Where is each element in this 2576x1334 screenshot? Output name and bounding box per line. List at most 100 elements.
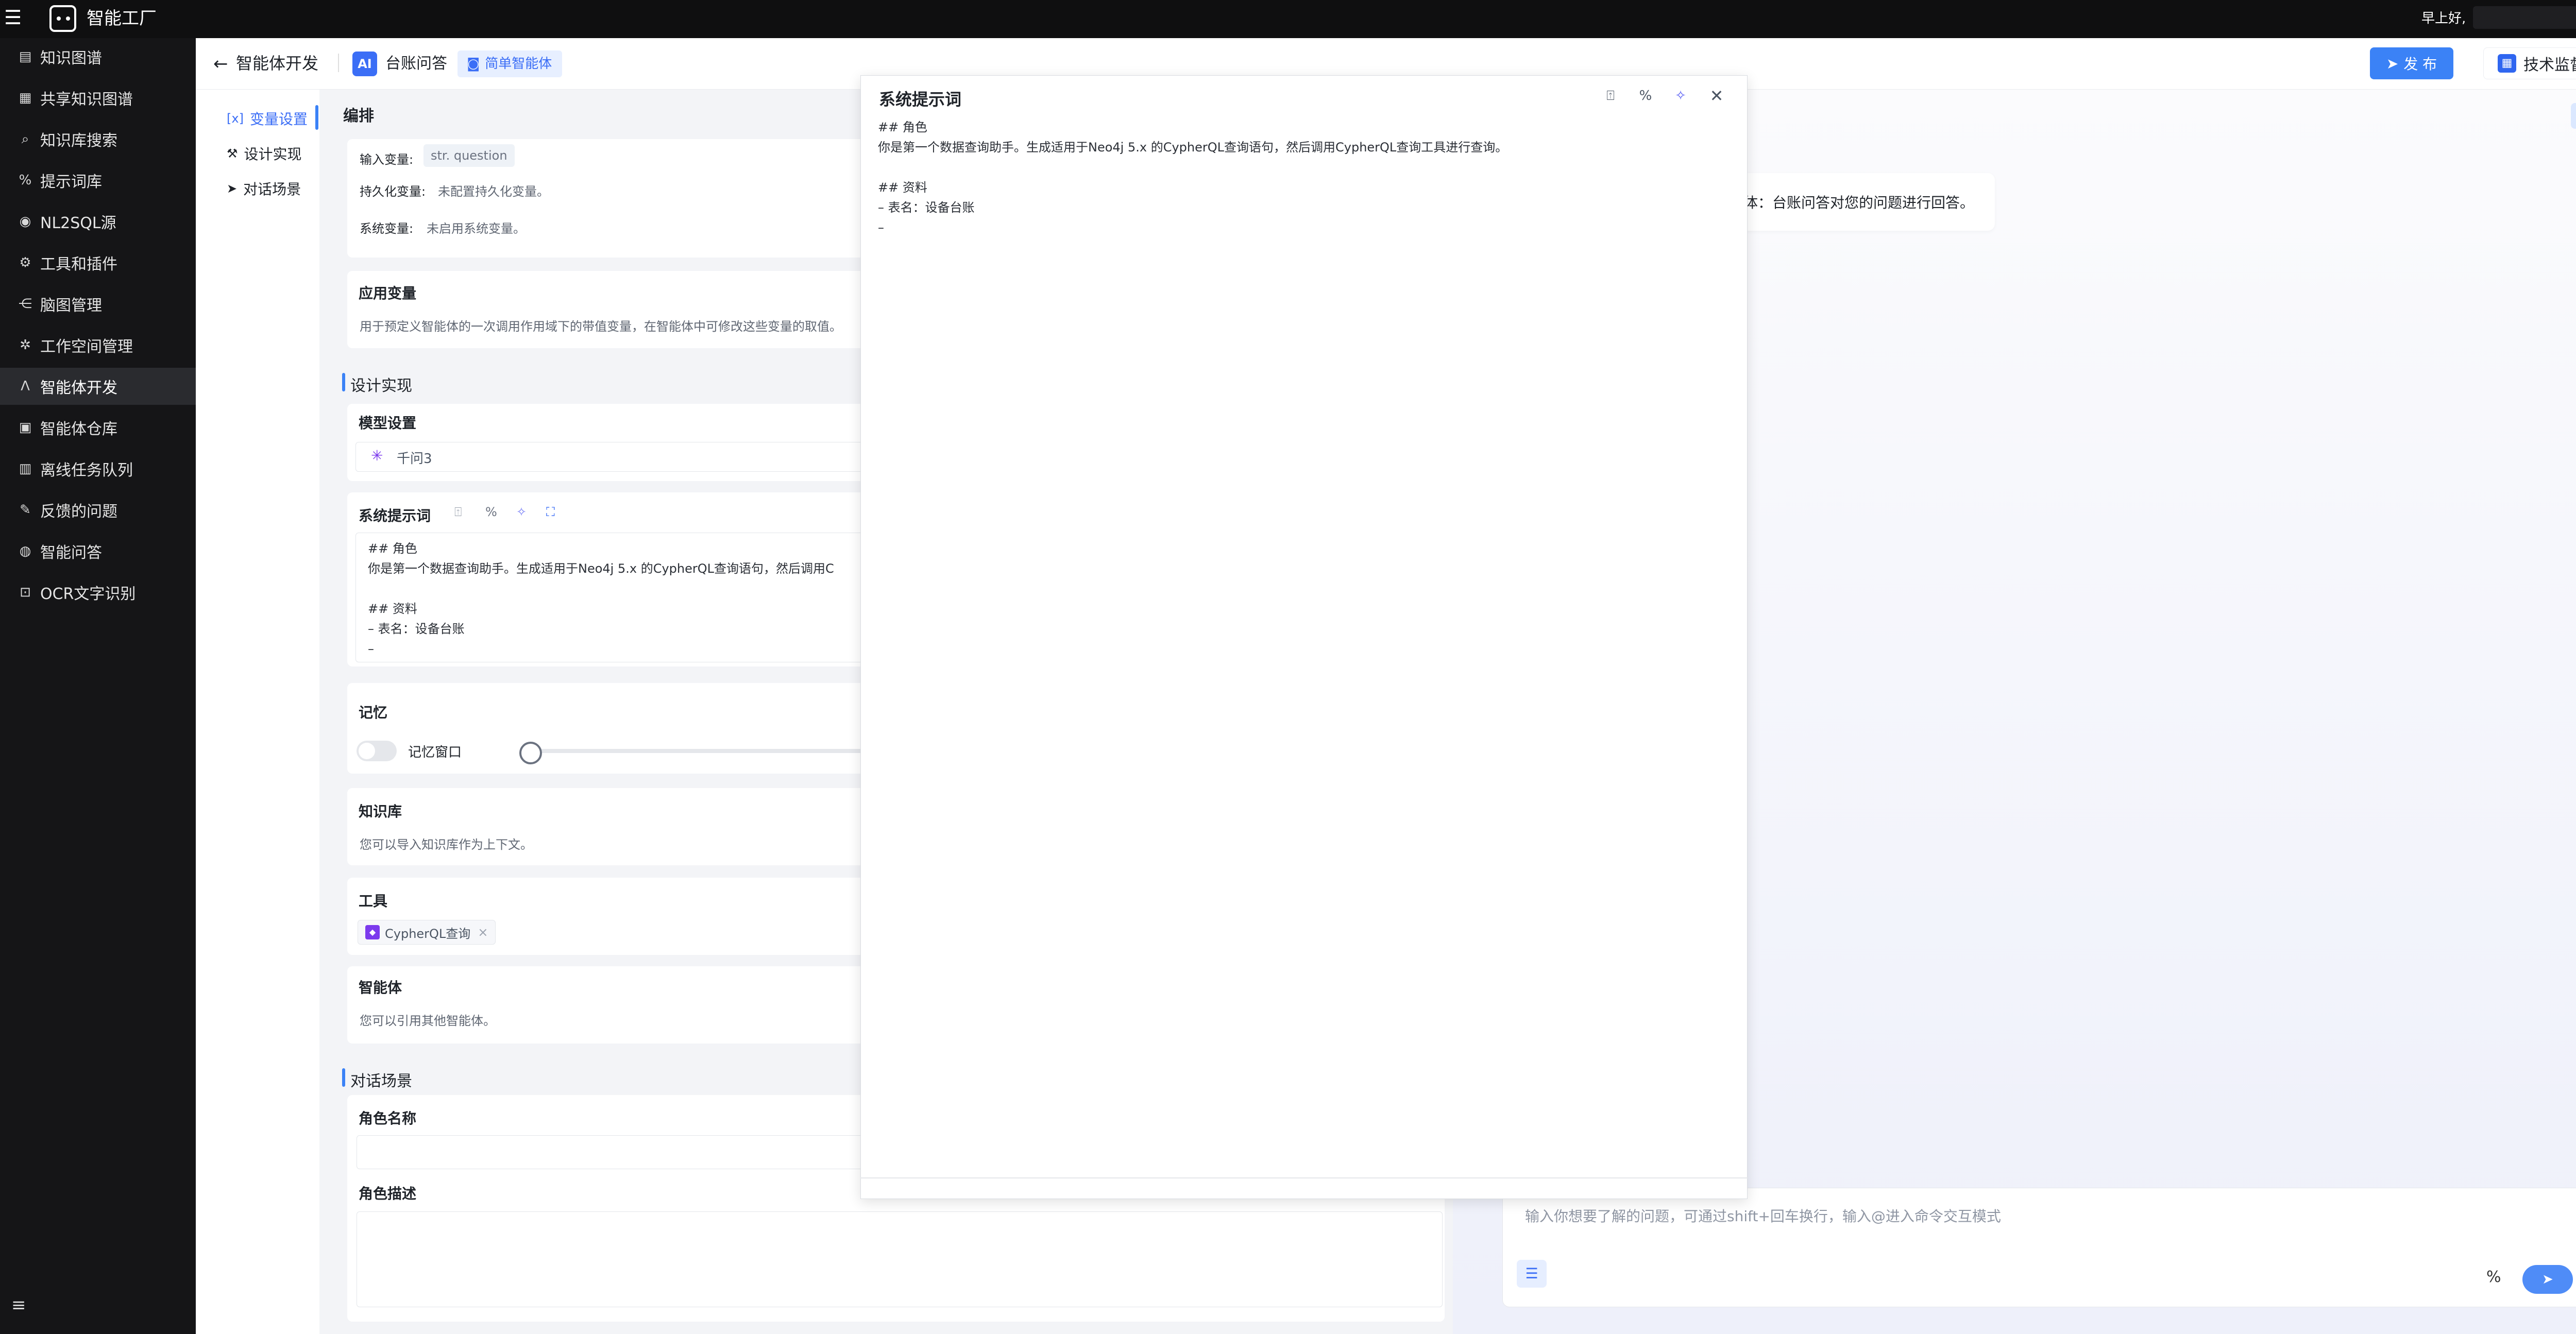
chat-welcome-bubble: 体：台账问答对您的问题进行回答。 xyxy=(1731,173,1995,231)
model-settings-title: 模型设置 xyxy=(359,415,417,432)
sidebar-item-label: 反馈的问题 xyxy=(40,503,117,521)
user-menu[interactable] xyxy=(2473,6,2576,29)
role-name-title: 角色名称 xyxy=(359,1110,417,1127)
warehouse-icon: ▣ xyxy=(19,420,32,435)
sidebar-item-agent-dev[interactable]: Λ 智能体开发 xyxy=(0,368,196,405)
sidebar-item-tools[interactable]: ⚙ 工具和插件 xyxy=(0,244,196,281)
modal-prompt-text[interactable]: ## 角色 你是第一个数据查询助手。生成适用于Neo4j 5.x 的Cypher… xyxy=(878,117,1507,238)
prompt-template-icon[interactable]: % xyxy=(485,505,497,519)
search-doc-icon: ⌕ xyxy=(21,131,29,147)
close-icon[interactable]: ✕ xyxy=(1707,87,1726,105)
publish-button[interactable]: ➤ 发 布 xyxy=(2370,47,2453,79)
memory-title: 记忆 xyxy=(359,704,388,721)
sidebar-item-smart-qa[interactable]: ◍ 智能问答 xyxy=(0,533,196,570)
config-tabs xyxy=(196,90,319,1334)
memory-toggle[interactable] xyxy=(357,741,397,761)
modal-title: 系统提示词 xyxy=(879,90,962,109)
qa-icon: ◍ xyxy=(19,543,31,559)
tool-chip-label: CypherQL查询 xyxy=(385,926,471,941)
prompt-shortcut-icon[interactable]: % xyxy=(2486,1268,2501,1286)
expand-icon[interactable]: ⛶ xyxy=(546,505,555,519)
sidebar-item-agent-warehouse[interactable]: ▣ 智能体仓库 xyxy=(0,409,196,446)
debug-icon[interactable]: ⟲ xyxy=(2571,103,2576,129)
sidebar-item-mindmap[interactable]: ⋲ 脑图管理 xyxy=(0,285,196,322)
gear-icon: ✲ xyxy=(20,337,31,353)
table-tool-icon[interactable]: ☰ xyxy=(1517,1260,1547,1288)
slider-handle[interactable] xyxy=(519,742,542,764)
sidebar-item-workspace[interactable]: ✲ 工作空间管理 xyxy=(0,327,196,364)
top-bar: ☰ 智能工厂 早上好, xyxy=(0,0,2576,38)
sidebar-item-label: 知识图谱 xyxy=(40,49,102,67)
section-title-scenario: 对话场景 xyxy=(350,1072,412,1090)
app-title: 智能工厂 xyxy=(87,8,157,29)
design-icon: ⚒ xyxy=(227,146,238,161)
sidebar-item-label: 脑图管理 xyxy=(40,297,102,315)
import-icon[interactable]: ⍐ xyxy=(1601,87,1620,105)
sidebar-item-label: 工具和插件 xyxy=(40,255,117,273)
chat-input-placeholder: 输入你想要了解的问题，可通过shift+回车换行，输入@进入命令交互模式 xyxy=(1525,1208,2001,1225)
tab-label: 设计实现 xyxy=(244,146,302,163)
sidebar-item-feedback[interactable]: ✎ 反馈的问题 xyxy=(0,491,196,528)
sidebar-item-prompt-library[interactable]: % 提示词库 xyxy=(0,162,196,199)
greeting-text: 早上好, xyxy=(2421,11,2466,26)
variable-icon: [x] xyxy=(227,111,244,126)
sidebar-item-nl2sql[interactable]: ◉ NL2SQL源 xyxy=(0,203,196,240)
ai-optimize-icon[interactable]: ✧ xyxy=(1671,87,1690,105)
system-prompt-text: ## 角色 你是第一个数据查询助手。生成适用于Neo4j 5.x 的Cypher… xyxy=(368,541,834,656)
agent-type-tag: ◙ 简单智能体 xyxy=(457,50,563,77)
tech-review-button[interactable]: ▦ 技术监督 xyxy=(2483,47,2576,79)
share-doc-icon: ▦ xyxy=(19,90,32,106)
tab-scenario[interactable]: ➤ 对话场景 xyxy=(227,178,301,199)
section-title-orchestration: 编排 xyxy=(343,107,374,125)
section-marker xyxy=(342,373,345,391)
sidebar-item-offline-queue[interactable]: ▥ 离线任务队列 xyxy=(0,450,196,487)
sidebar-item-label: 知识库搜索 xyxy=(40,132,117,150)
memory-window-label: 记忆窗口 xyxy=(408,745,462,760)
dashboard-icon: ▦ xyxy=(2498,54,2516,73)
sidebar-item-label: 提示词库 xyxy=(40,173,102,191)
sub-agent-desc: 您可以引用其他智能体。 xyxy=(360,1014,496,1028)
sidebar-item-knowledge-graph[interactable]: ▤ 知识图谱 xyxy=(0,38,196,75)
knowledge-base-title: 知识库 xyxy=(359,803,402,820)
import-icon[interactable]: ⍐ xyxy=(454,505,462,519)
sidebar-item-label: 工作空间管理 xyxy=(40,338,133,356)
sub-agent-title: 智能体 xyxy=(359,979,402,996)
collapse-menu-icon[interactable]: ≡ xyxy=(11,1295,26,1315)
sidebar-item-label: 智能体开发 xyxy=(40,379,117,397)
tab-design[interactable]: ⚒ 设计实现 xyxy=(227,143,302,164)
tool-chip-cypherql[interactable]: ◆ CypherQL查询 × xyxy=(358,920,496,945)
hamburger-menu-icon[interactable]: ☰ xyxy=(4,7,25,28)
send-button[interactable]: ➤ xyxy=(2522,1265,2573,1294)
sidebar-item-label: OCR文字识别 xyxy=(40,585,136,603)
agent-name: 台账问答 xyxy=(385,55,447,73)
queue-icon: ▥ xyxy=(19,461,32,476)
page-title: 智能体开发 xyxy=(236,54,319,73)
role-desc-textarea[interactable] xyxy=(357,1211,1443,1307)
sidebar-item-ocr[interactable]: ⊡ OCR文字识别 xyxy=(0,574,196,611)
system-prompt-title: 系统提示词 xyxy=(359,507,431,524)
prompt-template-icon[interactable]: % xyxy=(1636,87,1655,105)
agent-app-icon: AI xyxy=(352,52,377,76)
agent-type-label: 简单智能体 xyxy=(485,56,552,72)
tab-variables[interactable]: [x] 变量设置 xyxy=(227,108,308,129)
mindmap-icon: ⋲ xyxy=(19,296,32,312)
sidebar-item-kb-search[interactable]: ⌕ 知识库搜索 xyxy=(0,121,196,158)
sidebar-item-label: 智能问答 xyxy=(40,544,102,562)
input-variable-chip[interactable]: str. question xyxy=(423,144,515,167)
app-logo-icon xyxy=(49,5,76,32)
back-arrow-icon[interactable]: ← xyxy=(213,54,228,74)
persistent-variable-value: 未配置持久化变量。 xyxy=(438,184,549,199)
sidebar-item-label: 离线任务队列 xyxy=(40,461,133,480)
ai-optimize-icon[interactable]: ✧ xyxy=(516,505,527,519)
sidebar: ▤ 知识图谱 ▦ 共享知识图谱 ⌕ 知识库搜索 % 提示词库 ◉ NL2SQL源… xyxy=(0,38,196,1334)
system-variable-label: 系统变量: xyxy=(360,221,414,236)
modal-divider xyxy=(860,1177,1748,1178)
input-variable-label: 输入变量: xyxy=(360,152,414,167)
book-icon: ▤ xyxy=(19,49,32,64)
publish-label: 发 布 xyxy=(2403,56,2437,73)
tech-review-label: 技术监督 xyxy=(2523,56,2576,74)
percent-icon: % xyxy=(19,173,32,188)
sidebar-item-label: 共享知识图谱 xyxy=(40,91,133,109)
sidebar-item-shared-graph[interactable]: ▦ 共享知识图谱 xyxy=(0,79,196,116)
remove-icon[interactable]: × xyxy=(478,925,488,939)
